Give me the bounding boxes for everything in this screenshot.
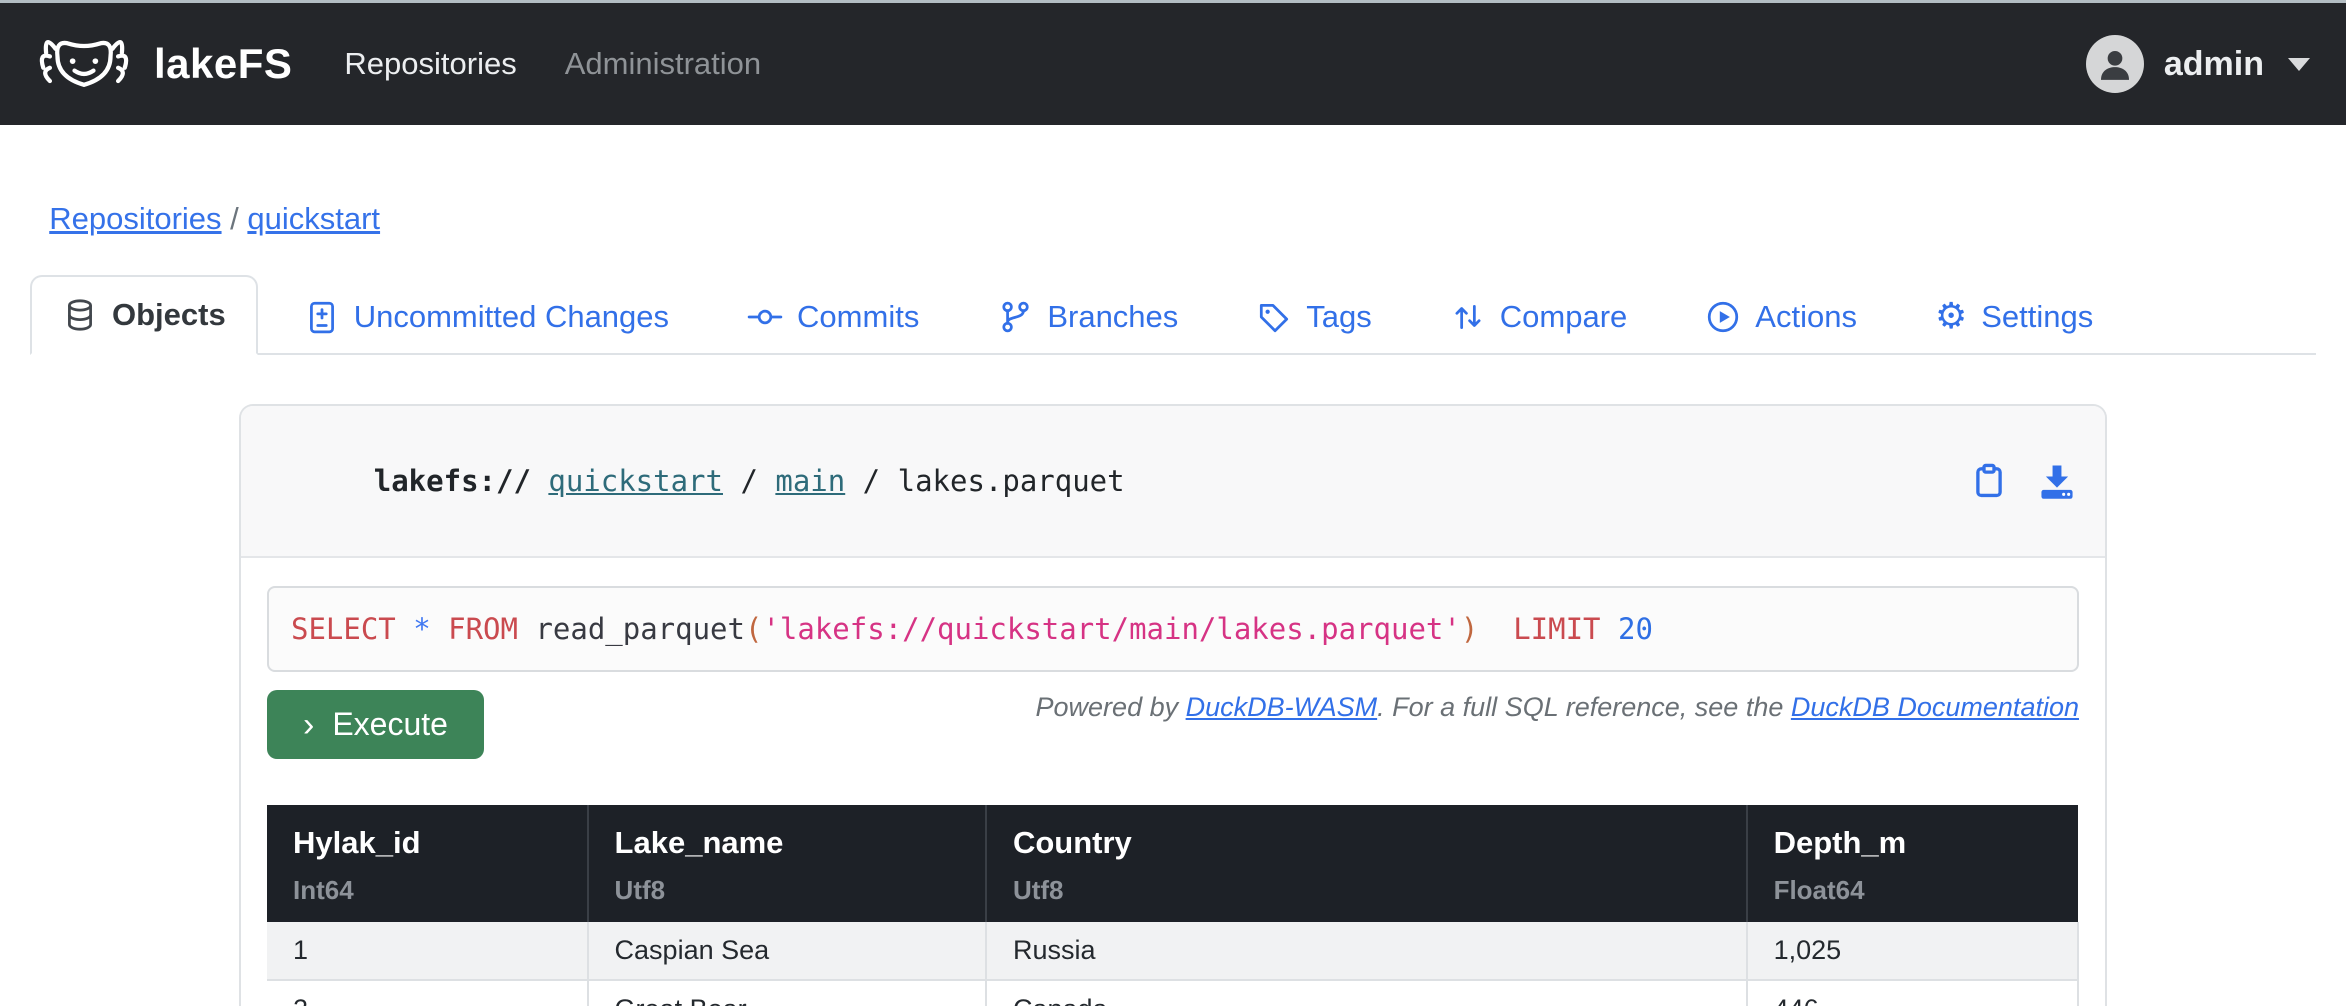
breadcrumb-separator: /: [222, 201, 248, 236]
cell: 446: [1747, 980, 2078, 1006]
sql-keyword: FROM: [448, 612, 535, 646]
tab-label: Compare: [1500, 299, 1628, 335]
user-name: admin: [2164, 45, 2264, 84]
query-results-table: Hylak_id Int64 Lake_name Utf8 Country Ut…: [267, 805, 2079, 1006]
tab-label: Actions: [1755, 299, 1857, 335]
sql-function: read_parquet: [535, 612, 745, 646]
copy-icon[interactable]: [1969, 461, 2009, 501]
object-actions: [1969, 461, 2077, 501]
cell: 1: [267, 922, 588, 980]
column-header-depth-m: Depth_m Float64: [1747, 805, 2078, 922]
powered-by-text: . For a full SQL reference, see the: [1377, 692, 1791, 722]
column-type: Utf8: [615, 875, 959, 906]
repo-tabs: Objects Uncommitted Changes Commits Bran…: [30, 273, 2316, 355]
table-row: 1 Caspian Sea Russia 1,025: [267, 922, 2078, 980]
axolotl-logo-icon: [36, 28, 132, 100]
tab-objects[interactable]: Objects: [30, 275, 258, 355]
cell: Caspian Sea: [588, 922, 986, 980]
branch-icon: [997, 299, 1033, 335]
column-name: Lake_name: [615, 825, 959, 861]
column-name: Country: [1013, 825, 1720, 861]
file-diff-icon: [304, 299, 340, 335]
tab-branches[interactable]: Branches: [965, 277, 1210, 355]
sql-query: SELECT * FROM read_parquet('lakefs://qui…: [291, 612, 2055, 646]
path-branch-link[interactable]: main: [775, 464, 845, 498]
path-separator: /: [845, 464, 897, 498]
table-header-row: Hylak_id Int64 Lake_name Utf8 Country Ut…: [267, 805, 2078, 922]
table-row: 2 Great Bear Canada 446: [267, 980, 2078, 1006]
column-type: Float64: [1774, 875, 2052, 906]
path-scheme: lakefs://: [374, 464, 549, 498]
play-circle-icon: [1705, 299, 1741, 335]
execute-row: › Execute Powered by DuckDB-WASM. For a …: [267, 690, 2079, 759]
object-path: lakefs:// quickstart / main / lakes.parq…: [269, 430, 1125, 532]
cell: Russia: [986, 922, 1747, 980]
duckdb-docs-link[interactable]: DuckDB Documentation: [1791, 692, 2079, 722]
tab-tags[interactable]: Tags: [1224, 277, 1403, 355]
column-type: Utf8: [1013, 875, 1720, 906]
gear-icon: ⚙: [1935, 299, 1967, 335]
person-icon: [2095, 44, 2135, 84]
user-menu[interactable]: admin: [2086, 35, 2310, 93]
powered-by-note: Powered by DuckDB-WASM. For a full SQL r…: [1036, 692, 2079, 723]
column-header-lake-name: Lake_name Utf8: [588, 805, 986, 922]
breadcrumb-repo-link[interactable]: quickstart: [247, 201, 380, 236]
sql-number: 20: [1618, 612, 1653, 646]
column-name: Depth_m: [1774, 825, 2052, 861]
tab-label: Branches: [1047, 299, 1178, 335]
commit-icon: [747, 299, 783, 335]
sql-string: 'lakefs://quickstart/main/lakes.parquet': [762, 612, 1460, 646]
cell: Great Bear: [588, 980, 986, 1006]
cell: 1,025: [1747, 922, 2078, 980]
tab-actions[interactable]: Actions: [1673, 277, 1889, 355]
path-repo-link[interactable]: quickstart: [548, 464, 723, 498]
cell: 2: [267, 980, 588, 1006]
tab-compare[interactable]: Compare: [1418, 277, 1660, 355]
avatar: [2086, 35, 2144, 93]
execute-button[interactable]: › Execute: [267, 690, 484, 759]
tab-label: Commits: [797, 299, 919, 335]
tab-settings[interactable]: ⚙ Settings: [1903, 277, 2125, 355]
execute-label: Execute: [332, 706, 448, 743]
object-viewer-card: lakefs:// quickstart / main / lakes.parq…: [239, 404, 2107, 1006]
sql-star: *: [413, 612, 448, 646]
column-header-country: Country Utf8: [986, 805, 1747, 922]
cell: Canada: [986, 980, 1747, 1006]
tab-label: Uncommitted Changes: [354, 299, 669, 335]
tab-uncommitted-changes[interactable]: Uncommitted Changes: [272, 277, 701, 355]
breadcrumb: Repositories / quickstart: [32, 165, 2314, 237]
column-name: Hylak_id: [293, 825, 561, 861]
tab-commits[interactable]: Commits: [715, 277, 951, 355]
brand-name: lakeFS: [154, 40, 292, 88]
nav-item-administration[interactable]: Administration: [565, 46, 761, 82]
object-path-header: lakefs:// quickstart / main / lakes.parq…: [241, 406, 2105, 558]
database-icon: [62, 297, 98, 333]
compare-icon: [1450, 299, 1486, 335]
download-icon[interactable]: [2037, 461, 2077, 501]
tag-icon: [1256, 299, 1292, 335]
tab-label: Tags: [1306, 299, 1371, 335]
nav-item-repositories[interactable]: Repositories: [344, 46, 516, 82]
tab-label: Objects: [112, 297, 226, 333]
top-navbar: lakeFS Repositories Administration admin: [0, 3, 2346, 125]
chevron-right-icon: ›: [303, 709, 314, 741]
brand[interactable]: lakeFS: [36, 28, 292, 100]
path-separator: /: [723, 464, 775, 498]
duckdb-wasm-link[interactable]: DuckDB-WASM: [1186, 692, 1378, 722]
column-type: Int64: [293, 875, 561, 906]
powered-by-text: Powered by: [1036, 692, 1186, 722]
sql-editor[interactable]: SELECT * FROM read_parquet('lakefs://qui…: [267, 586, 2079, 672]
sql-keyword: SELECT: [291, 612, 413, 646]
navbar-links: Repositories Administration: [344, 46, 2085, 82]
tab-label: Settings: [1981, 299, 2093, 335]
sql-paren: ): [1461, 612, 1478, 646]
column-header-hylak-id: Hylak_id Int64: [267, 805, 588, 922]
object-viewer-body: SELECT * FROM read_parquet('lakefs://qui…: [241, 558, 2105, 1006]
breadcrumb-repositories-link[interactable]: Repositories: [49, 201, 221, 236]
sql-keyword: LIMIT: [1478, 612, 1618, 646]
path-filename: lakes.parquet: [898, 464, 1125, 498]
caret-down-icon: [2288, 58, 2310, 71]
sql-paren: (: [745, 612, 762, 646]
